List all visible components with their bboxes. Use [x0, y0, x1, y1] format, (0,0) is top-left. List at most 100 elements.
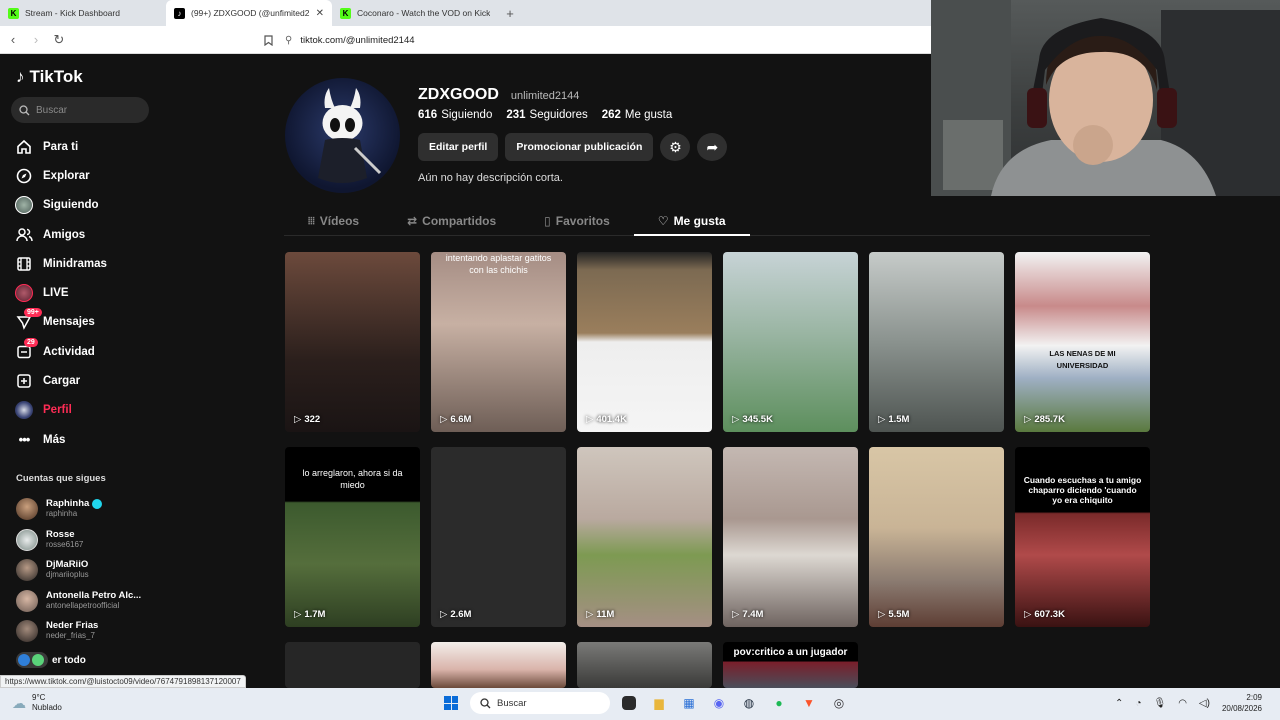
tab-label: Compartidos — [422, 214, 497, 228]
tab-me-gusta[interactable]: ♡ Me gusta — [633, 207, 750, 236]
tab-title: Stream - Kick Dashboard — [25, 8, 120, 18]
spotify-icon[interactable]: ● — [768, 692, 790, 714]
brave-icon[interactable]: ▼ — [798, 692, 820, 714]
site-info-icon[interactable]: ⚲ — [285, 35, 292, 46]
tab-kick-vod[interactable]: K Coconaro - Watch the VOD on Kick — [332, 0, 498, 26]
url-text: tiktok.com/@unlimited2144 — [300, 34, 415, 46]
discord-icon[interactable]: ◉ — [708, 692, 730, 714]
promote-button[interactable]: Promocionar publicación — [505, 133, 654, 161]
play-icon: ▷ — [1024, 609, 1032, 620]
tiktok-logo[interactable]: ♪ TikTok — [16, 67, 83, 87]
tab-tiktok-profile[interactable]: ♪ (99+) ZDXGOOD (@unfimited2144 ✕ — [166, 0, 332, 26]
tab-videos[interactable]: ⦙⦙⦙ Vídeos — [284, 207, 383, 235]
forward-icon[interactable]: › — [26, 30, 46, 50]
video-card[interactable]: Cuando escuchas a tu amigo chaparro dici… — [1015, 447, 1150, 627]
following-item-raphinha[interactable]: Raphinha raphinha — [16, 494, 164, 525]
tab-kick-dashboard[interactable]: K Stream - Kick Dashboard — [0, 0, 166, 26]
nav-para-ti[interactable]: Para ti — [14, 132, 164, 161]
steam-icon[interactable]: ◍ — [738, 692, 760, 714]
following-item-neder[interactable]: Neder Frias neder_frias_7 — [16, 616, 164, 647]
view-count: ▷ 5.5M — [878, 609, 909, 620]
view-count: ▷ 6.6M — [440, 414, 471, 425]
tab-compartidos[interactable]: ⇄ Compartidos — [383, 207, 520, 235]
video-card[interactable] — [577, 642, 712, 688]
nav-mensajes[interactable]: 99+ Mensajes — [14, 308, 164, 337]
nav-actividad[interactable]: 29 Actividad — [14, 337, 164, 366]
play-icon: ▷ — [732, 609, 740, 620]
taskbar-search[interactable]: Buscar — [470, 692, 610, 714]
profile-avatar[interactable] — [285, 78, 400, 193]
followers-stat[interactable]: 231 Seguidores — [506, 109, 587, 121]
url-field[interactable]: ⚲ tiktok.com/@unlimited2144 — [285, 30, 415, 50]
video-card[interactable]: intentando aplastar gatitos con las chic… — [431, 252, 566, 432]
nav-siguiendo[interactable]: Siguiendo — [14, 191, 164, 220]
file-explorer-icon[interactable]: ▆ — [648, 692, 670, 714]
video-card[interactable]: ▷ 401.4K — [577, 252, 712, 432]
play-icon: ▷ — [1024, 414, 1032, 425]
store-icon[interactable]: ▦ — [678, 692, 700, 714]
nav-perfil[interactable]: Perfil — [14, 396, 164, 425]
bookmark-page-icon[interactable] — [258, 30, 278, 50]
sidebar: ♪ TikTok Buscar Para ti Explorar Siguien… — [0, 54, 165, 688]
following-item-djmariio[interactable]: DjMaRiiO djmariioplus — [16, 555, 164, 586]
likes-label: Me gusta — [624, 109, 673, 121]
nav-minidramas[interactable]: Minidramas — [14, 249, 164, 278]
video-card[interactable]: ▷ 5.5M — [869, 447, 1004, 627]
video-card[interactable]: ▷ 11M — [577, 447, 712, 627]
microphone-icon[interactable]: 🎙 — [1153, 698, 1166, 709]
edit-profile-button[interactable]: Editar perfil — [418, 133, 499, 161]
nav-label: Explorar — [43, 169, 90, 182]
weather-widget[interactable]: ☁ 9°C Nublado — [12, 693, 62, 713]
nav-mas[interactable]: ••• Más — [14, 425, 164, 454]
clock-date: 20/08/2026 — [1221, 704, 1262, 713]
search-placeholder: Buscar — [36, 104, 68, 116]
nav-amigos[interactable]: Amigos — [14, 220, 164, 249]
start-button[interactable] — [440, 692, 462, 714]
share-button[interactable]: ➦ — [697, 133, 728, 161]
video-card[interactable]: ▷ 1.5M — [869, 252, 1004, 432]
network-icon[interactable]: ◔ — [1135, 698, 1141, 709]
following-username: djmariioplus — [46, 570, 89, 580]
video-card[interactable] — [431, 642, 566, 688]
video-card[interactable]: lo arreglaron, ahora si da miedo ▷ 1.7M — [285, 447, 420, 627]
obs-icon[interactable]: ◎ — [828, 692, 850, 714]
tray-chevron-icon[interactable]: ⌃ — [1115, 698, 1123, 709]
volume-icon[interactable]: ◁) — [1199, 698, 1210, 709]
play-icon: ▷ — [586, 414, 594, 425]
following-stat[interactable]: 616 Siguiendo — [418, 109, 492, 121]
tab-favoritos[interactable]: ▯ Favoritos — [520, 207, 634, 235]
following-item-antonella[interactable]: Antonella Petro Alc... antonellapetrooffi… — [16, 586, 164, 617]
video-card[interactable]: ▷ 2.6M — [431, 447, 566, 627]
reload-icon[interactable]: ↻ — [49, 30, 69, 50]
close-icon[interactable]: ✕ — [316, 8, 324, 19]
nav-live[interactable]: LIVE — [14, 278, 164, 307]
video-card[interactable] — [285, 642, 420, 688]
nav-explorar[interactable]: Explorar — [14, 161, 164, 190]
nav-label: LIVE — [43, 287, 69, 300]
home-icon — [14, 137, 34, 157]
nav-cargar[interactable]: Cargar — [14, 366, 164, 395]
see-all-button[interactable]: er todo — [16, 652, 86, 668]
cloud-icon: ☁ — [12, 695, 26, 711]
task-view-icon[interactable] — [622, 696, 636, 710]
video-card[interactable]: ▷ 322 — [285, 252, 420, 432]
more-icon: ••• — [18, 432, 31, 448]
wifi-icon[interactable]: ◠ — [1178, 698, 1187, 709]
username: unlimited2144 — [510, 90, 580, 102]
new-tab-button[interactable]: + — [498, 0, 522, 26]
compass-icon — [14, 166, 34, 186]
grid-icon: ⦙⦙⦙ — [308, 215, 315, 227]
search-input[interactable]: Buscar — [11, 97, 149, 123]
nav-label: Amigos — [43, 228, 86, 241]
back-icon[interactable]: ‹ — [3, 30, 23, 50]
video-card[interactable]: ▷ 7.4M — [723, 447, 858, 627]
avatar — [16, 559, 38, 582]
video-card[interactable]: LAS NENAS DE MI UNIVERSIDAD ▷ 285.7K — [1015, 252, 1150, 432]
settings-button[interactable]: ⚙ — [660, 133, 691, 161]
nav-label: Actividad — [43, 345, 95, 358]
clock[interactable]: 2:09 20/08/2026 — [1222, 692, 1262, 714]
video-caption: LAS NENAS DE MI UNIVERSIDAD — [1049, 349, 1116, 370]
following-item-rosse[interactable]: Rosse rosse6167 — [16, 525, 164, 556]
video-card[interactable]: pov:critico a un jugador — [723, 642, 858, 688]
video-card[interactable]: ▷ 345.5K — [723, 252, 858, 432]
